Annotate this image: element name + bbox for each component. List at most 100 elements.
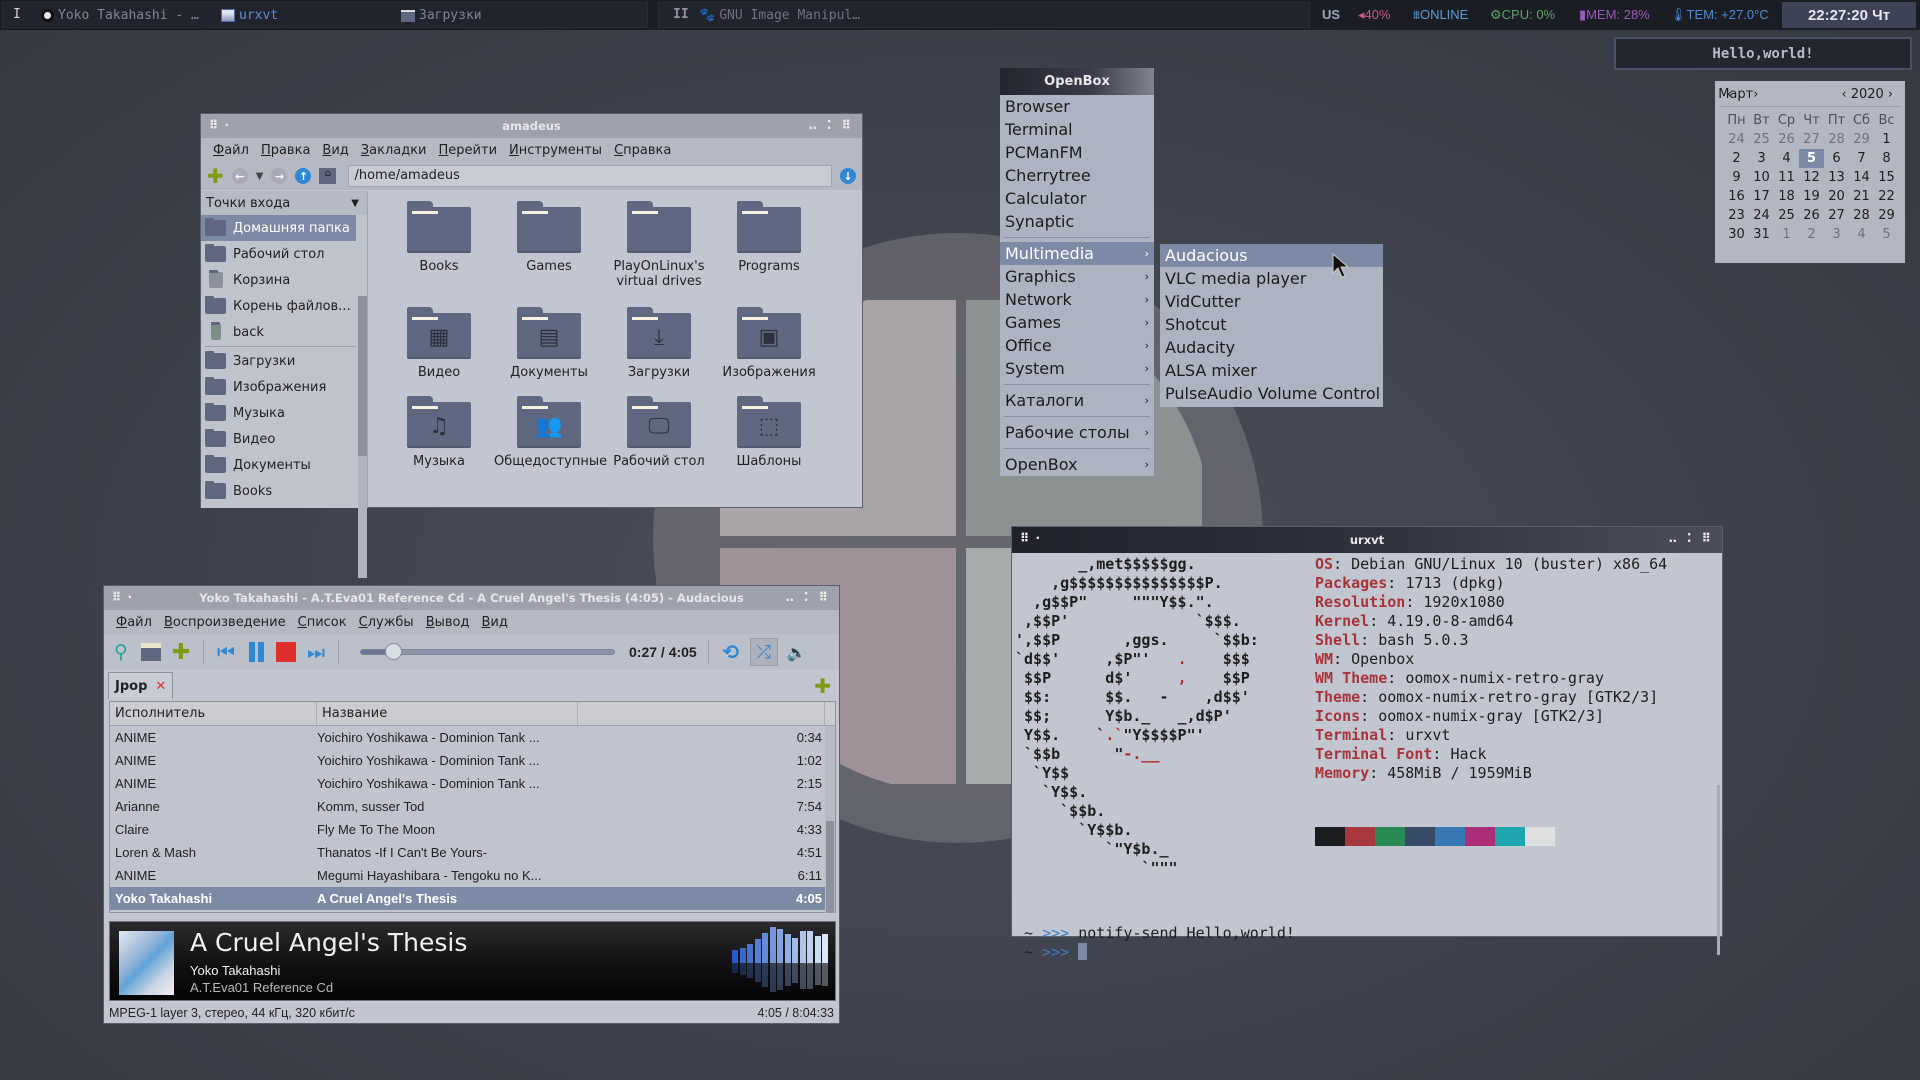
calendar-day[interactable]: 7 (1849, 149, 1874, 168)
folder-item[interactable]: ▤ Документы (494, 307, 604, 380)
folder-item[interactable]: ⬚ Шаблоны (714, 396, 824, 469)
submenu-item[interactable]: Audacity (1160, 336, 1383, 359)
calendar-day[interactable]: 2 (1724, 149, 1749, 168)
folder-item[interactable]: ▣ Изображения (714, 307, 824, 380)
pause-indicator[interactable]: II (673, 7, 689, 22)
open-files-button[interactable] (140, 641, 162, 663)
sidebar-item[interactable]: Рабочий стол (201, 241, 356, 267)
sidebar-item[interactable]: Загрузки (201, 348, 356, 374)
calendar-day[interactable]: 10 (1749, 168, 1774, 187)
calendar-day[interactable]: 14 (1849, 168, 1874, 187)
calendar-day[interactable]: 6 (1824, 149, 1849, 168)
next-track-button[interactable]: ⏭ (305, 640, 327, 664)
calendar-day[interactable]: 17 (1749, 187, 1774, 206)
calendar-day[interactable]: 24 (1724, 130, 1749, 149)
calendar-day[interactable]: 25 (1749, 130, 1774, 149)
new-tab-button[interactable]: ✚ (207, 166, 224, 186)
terminal-output[interactable]: _,met$$$$$gg. ,g$$$$$$$$$$$$$$$P. ,g$$P"… (1012, 553, 1722, 961)
calendar-day[interactable]: 29 (1849, 130, 1874, 149)
column-duration[interactable] (578, 702, 825, 725)
calendar-day[interactable]: 4 (1849, 225, 1874, 244)
menu-item[interactable]: Browser (1000, 95, 1154, 118)
pause-button[interactable] (245, 641, 267, 663)
column-title[interactable]: Название (317, 702, 578, 725)
prev-year-button[interactable]: ‹ (1842, 87, 1847, 102)
calendar-day[interactable]: 24 (1749, 206, 1774, 225)
menu-item[interactable]: Graphics › (1000, 265, 1154, 288)
playlist-tab-jpop[interactable]: Jpop ✕ (108, 672, 174, 699)
playlist-row[interactable]: ANIME Megumi Hayashibara - Tengoku no K..… (110, 864, 825, 887)
sidebar-item[interactable]: Документы (201, 452, 356, 478)
sidebar-item[interactable]: Корень файлов... (201, 293, 356, 319)
notification-popup[interactable]: Hello,world! (1614, 37, 1912, 70)
calendar-day[interactable]: 30 (1724, 225, 1749, 244)
menu-item[interactable]: Multimedia › (1000, 242, 1154, 265)
submenu-item[interactable]: PulseAudio Volume Control (1160, 382, 1383, 405)
seek-slider[interactable] (360, 643, 615, 660)
history-dropdown-icon[interactable]: ▼ (256, 171, 264, 182)
calendar-day[interactable]: 20 (1824, 187, 1849, 206)
menu-audacious-4[interactable]: Вывод (420, 615, 476, 630)
network-status[interactable]: ⩩ONLINE (1413, 7, 1468, 23)
calendar-day[interactable]: 21 (1849, 187, 1874, 206)
playlist-row[interactable]: ANIME Yoichiro Yoshikawa - Dominion Tank … (110, 772, 825, 795)
calendar-day[interactable]: 15 (1874, 168, 1899, 187)
task-downloads[interactable]: Загрузки (401, 8, 482, 23)
playlist-row[interactable]: Yoko Takahashi A Cruel Angel's Thesis 4:05 (110, 887, 825, 910)
menu-file_manager-1[interactable]: Правка (255, 143, 316, 158)
calendar-day[interactable]: 28 (1824, 130, 1849, 149)
playlist-row[interactable]: Arianne Komm, susser Tod 7:54 (110, 795, 825, 818)
submenu-item[interactable]: ALSA mixer (1160, 359, 1383, 382)
folder-item[interactable]: Books (384, 201, 494, 274)
window-controls[interactable]: ‥ ⁚ ⠿ (809, 118, 854, 132)
menu-item[interactable]: Office › (1000, 334, 1154, 357)
menu-file_manager-4[interactable]: Перейти (433, 143, 504, 158)
window-menu-icon[interactable]: ⠿ · (209, 118, 230, 132)
path-input[interactable]: /home/amadeus (348, 165, 832, 187)
go-button[interactable]: ↓ (840, 168, 856, 184)
calendar-day[interactable]: 8 (1874, 149, 1899, 168)
calendar-day[interactable]: 3 (1749, 149, 1774, 168)
menu-file_manager-3[interactable]: Закладки (355, 143, 433, 158)
calendar-day[interactable]: 25 (1774, 206, 1799, 225)
sidebar-item[interactable]: Видео (201, 426, 356, 452)
submenu-item[interactable]: VidCutter (1160, 290, 1383, 313)
sidebar-header[interactable]: Точки входа ▼ (201, 191, 367, 215)
home-button[interactable]: ⌂ (319, 168, 337, 184)
calendar-day[interactable]: 9 (1724, 168, 1749, 187)
calendar-day[interactable]: 16 (1724, 187, 1749, 206)
next-month-button[interactable]: › (1753, 87, 1758, 102)
menu-item[interactable]: PCManFM (1000, 141, 1154, 164)
shuffle-button[interactable]: ⤮ (749, 638, 778, 666)
column-artist[interactable]: Исполнитель (110, 702, 317, 725)
sidebar-item[interactable]: Изображения (201, 374, 356, 400)
menu-item[interactable]: Terminal (1000, 118, 1154, 141)
workspace-indicator[interactable]: I (13, 7, 21, 22)
menu-file_manager-5[interactable]: Инструменты (503, 143, 608, 158)
task-audacious[interactable]: Yoko Takahashi - … (41, 8, 199, 23)
calendar-day[interactable]: 3 (1824, 225, 1849, 244)
calendar-day[interactable]: 5 (1874, 225, 1899, 244)
folder-item[interactable]: 👥 Общедоступные (494, 396, 607, 469)
back-button[interactable]: ← (231, 168, 248, 184)
folder-item[interactable]: Programs (714, 201, 824, 274)
new-playlist-button[interactable]: ✚ (814, 674, 831, 698)
scrollbar-thumb[interactable] (358, 296, 367, 456)
menu-audacious-3[interactable]: Службы (353, 615, 420, 630)
task-gimp[interactable]: 🐾 GNU Image Manipul… (699, 8, 860, 23)
folder-item[interactable]: 🖵 Рабочий стол (604, 396, 714, 469)
menu-file_manager-6[interactable]: Справка (608, 143, 677, 158)
sidebar-scrollbar[interactable] (358, 296, 367, 578)
calendar-day-today[interactable]: 5 (1799, 149, 1824, 168)
menu-file_manager-2[interactable]: Вид (316, 143, 354, 158)
calendar-day[interactable]: 27 (1824, 206, 1849, 225)
calendar-day[interactable]: 26 (1774, 130, 1799, 149)
menu-file_manager-0[interactable]: Файл (207, 143, 255, 158)
sidebar-item[interactable]: Books (201, 478, 356, 504)
menu-audacious-2[interactable]: Список (292, 615, 353, 630)
calendar-day[interactable]: 4 (1774, 149, 1799, 168)
folder-item[interactable]: ⤓ Загрузки (604, 307, 714, 380)
window-titlebar[interactable]: ⠿ · amadeus ‥ ⁚ ⠿ (201, 114, 862, 138)
volume-button[interactable]: 🔊 (786, 641, 808, 663)
menu-item[interactable]: Calculator (1000, 187, 1154, 210)
